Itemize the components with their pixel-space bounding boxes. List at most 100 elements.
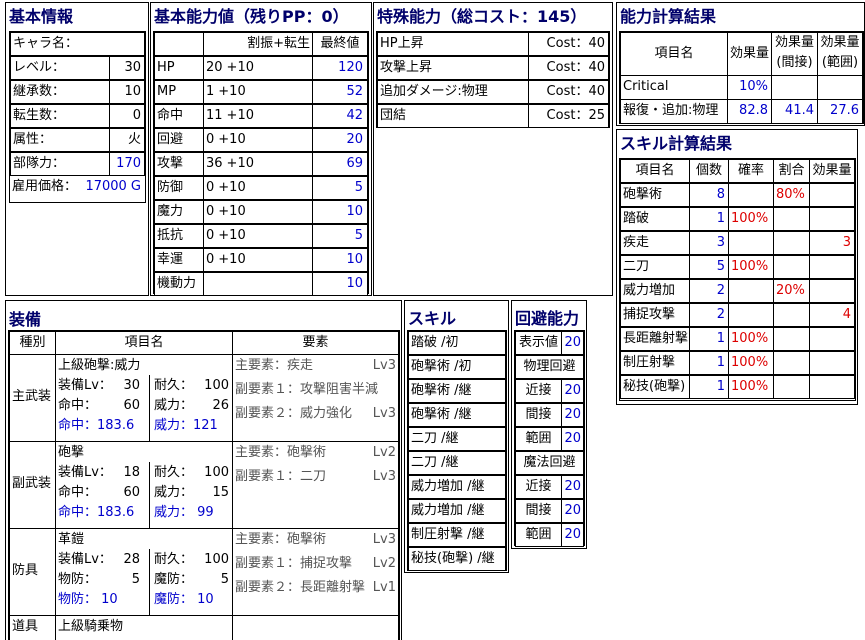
stat-alloc <box>203 272 313 295</box>
equip-total-2: 魔防： 10 <box>154 592 214 607</box>
equip-item: 革鎧 装備Lv： 28 物防： 5 物防： 10 耐久： 100 魔防： 5 魔防： 10 <box>55 528 233 616</box>
special-name: 攻撃上昇 <box>377 56 529 80</box>
skill-calc-ratio <box>773 207 810 231</box>
basic-info-title: 基本情報 <box>9 7 74 26</box>
evasion-label: 範囲 <box>515 523 562 547</box>
equip-total-2: 威力： 99 <box>154 505 214 520</box>
divider <box>149 462 150 528</box>
evasion-table: 表示値 20 物理回避 近接 20 間接 20 範囲 20 魔法回避 近接 20 間接 20 範囲 20 <box>514 330 585 547</box>
equip-stat2-label: 威力： <box>154 485 194 500</box>
equip-total-2: 威力：121 <box>154 418 218 433</box>
skills-panel: スキル 踏破 /初 砲撃術 /初 砲撃術 /継 砲撃術 /継 二刀 /継 二刀 /継 威力増… <box>404 300 509 573</box>
skill-calc-ratio <box>773 375 810 399</box>
evasion-label: 間接 <box>515 499 562 523</box>
evasion-label: 近接 <box>515 475 562 499</box>
basic-info-label: キャラ名： <box>10 32 145 56</box>
basic-info-value: 0 <box>109 104 145 128</box>
skill-calc-count: 8 <box>689 183 729 207</box>
stat-name: 機動力 <box>154 272 204 295</box>
calc-name: Critical <box>620 75 728 100</box>
stat-bonus: +10 <box>218 204 246 219</box>
stats-header-final: 最終値 <box>312 32 368 56</box>
skill-calc-ratio <box>773 327 810 351</box>
skill-calc-title: スキル計算結果 <box>620 134 733 153</box>
evasion-value: 20 <box>561 379 584 403</box>
equip-dur-label: 耐久： <box>154 465 194 480</box>
equip-stat2-value: 15 <box>212 485 229 500</box>
skill-item: 威力増加 /継 <box>408 499 506 523</box>
basic-info-value: 170 <box>109 152 145 176</box>
equip-stat2-label: 魔防： <box>154 572 194 587</box>
calc-effect: 82.8 <box>727 99 772 124</box>
equip-stat2-label: 威力： <box>154 398 194 413</box>
stat-final: 42 <box>312 104 368 128</box>
equip-element-lv: Lv2 <box>372 445 396 460</box>
evasion-panel: 回避能力 表示値 20 物理回避 近接 20 間接 20 範囲 20 魔法回避 近接 20 間接 20 範囲… <box>511 300 587 549</box>
stat-base: 0 <box>206 180 215 195</box>
evasion-mag-title: 魔法回避 <box>515 451 584 475</box>
calc-header-effect: 効果量 <box>727 32 772 76</box>
evasion-value: 20 <box>561 403 584 427</box>
skill-item: 砲撃術 /継 <box>408 403 506 427</box>
stat-name: 魔力 <box>154 200 204 224</box>
skill-calc-panel: スキル計算結果 項目名 個数 確率 割合 効果量 砲撃術 8 80% 踏破 1 100% 疾走 3 3 二刀… <box>616 129 858 405</box>
skill-item: 砲撃術 /継 <box>408 379 506 403</box>
stat-alloc: 0 +10 <box>203 224 313 248</box>
special-name: HP上昇 <box>377 32 529 56</box>
equip-element-lv: Lv3 <box>372 469 396 484</box>
stat-name: 抵抗 <box>154 224 204 248</box>
equip-header-name: 項目名 <box>55 331 233 355</box>
stat-base: 0 <box>206 252 215 267</box>
skill-calc-effect: 3 <box>809 231 855 255</box>
skill-calc-ratio <box>773 351 810 375</box>
skill-calc-name: 踏破 <box>620 207 690 231</box>
skill-calc-name: 秘技(砲撃) <box>620 375 690 399</box>
equip-element: 副要素１：捕捉攻撃 <box>235 556 353 571</box>
skill-calc-prob: 100% <box>728 351 774 375</box>
basic-info-table: キャラ名： レベル： 30 継承数： 10 転生数： 0 属性：火部隊力： 170 雇用価格： 17… <box>9 31 146 203</box>
stat-bonus: +10 <box>218 228 246 243</box>
stat-base: 0 <box>206 228 215 243</box>
equip-element: 副要素１：二刀 <box>235 469 327 484</box>
skill-calc-prob <box>728 279 774 303</box>
skill-calc-header: 確率 <box>728 159 774 183</box>
special-cost: Cost：40 <box>528 56 609 80</box>
basic-info-value: 10 <box>109 80 145 104</box>
equip-item: 上級砲撃:威力 装備Lv： 30 命中： 60 命中：183.6 耐久： 100 威力： 26 威力… <box>55 354 233 442</box>
equip-element: 主要素：疾走 <box>235 358 314 373</box>
stat-base: 0 <box>206 132 215 147</box>
equip-total-1: 命中：183.6 <box>58 418 135 433</box>
basic-info-label: 継承数： <box>10 80 110 104</box>
calc-header-item: 項目名 <box>620 32 728 76</box>
equip-lv: 28 <box>123 552 140 567</box>
equip-type: 副武装 <box>9 441 56 529</box>
skill-calc-name: 威力増加 <box>620 279 690 303</box>
equip-dur: 100 <box>204 552 229 567</box>
stat-alloc: 0 +10 <box>203 200 313 224</box>
skill-calc-count: 5 <box>689 255 729 279</box>
equip-elements: 主要素：砲撃術 Lv2 副要素１：二刀 Lv3 <box>232 441 399 529</box>
special-panel: 特殊能力（総コスト：145） HP上昇 Cost：40 攻撃上昇 Cost：40 追加ダ… <box>373 2 613 296</box>
skill-calc-count: 1 <box>689 351 729 375</box>
equip-stat2-value: 26 <box>212 398 229 413</box>
evasion-value: 20 <box>561 499 584 523</box>
skills-list: 踏破 /初 砲撃術 /初 砲撃術 /継 砲撃術 /継 二刀 /継 二刀 /継 威力増加 /継… <box>407 330 507 571</box>
stats-panel: 基本能力値（残りPP：0） 割振+転生 最終値 HP 20 +10 120 MP 1 +10 52… <box>150 2 372 296</box>
stat-name: MP <box>154 80 204 104</box>
equip-type: 主武装 <box>9 354 56 442</box>
calc-header-indirect: 効果量 (間接) <box>771 32 818 76</box>
skill-calc-name: 二刀 <box>620 255 690 279</box>
equip-stat-value: 5 <box>131 572 140 587</box>
calc-effect: 10% <box>727 75 772 100</box>
evasion-value: 20 <box>561 475 584 499</box>
special-name: 団結 <box>377 104 529 128</box>
equipment-title: 装備 <box>9 310 42 329</box>
evasion-display-label: 表示値 <box>515 331 562 355</box>
skill-calc-name: 制圧射撃 <box>620 351 690 375</box>
stat-base: 1 <box>206 84 215 99</box>
equip-item-name: 上級砲撃:威力 <box>58 358 141 373</box>
equip-element: 主要素：砲撃術 <box>235 532 327 547</box>
equip-dur-label: 耐久： <box>154 552 194 567</box>
skill-item: 砲撃術 /初 <box>408 355 506 379</box>
equip-item-name: 上級騎乗物 <box>55 615 233 640</box>
